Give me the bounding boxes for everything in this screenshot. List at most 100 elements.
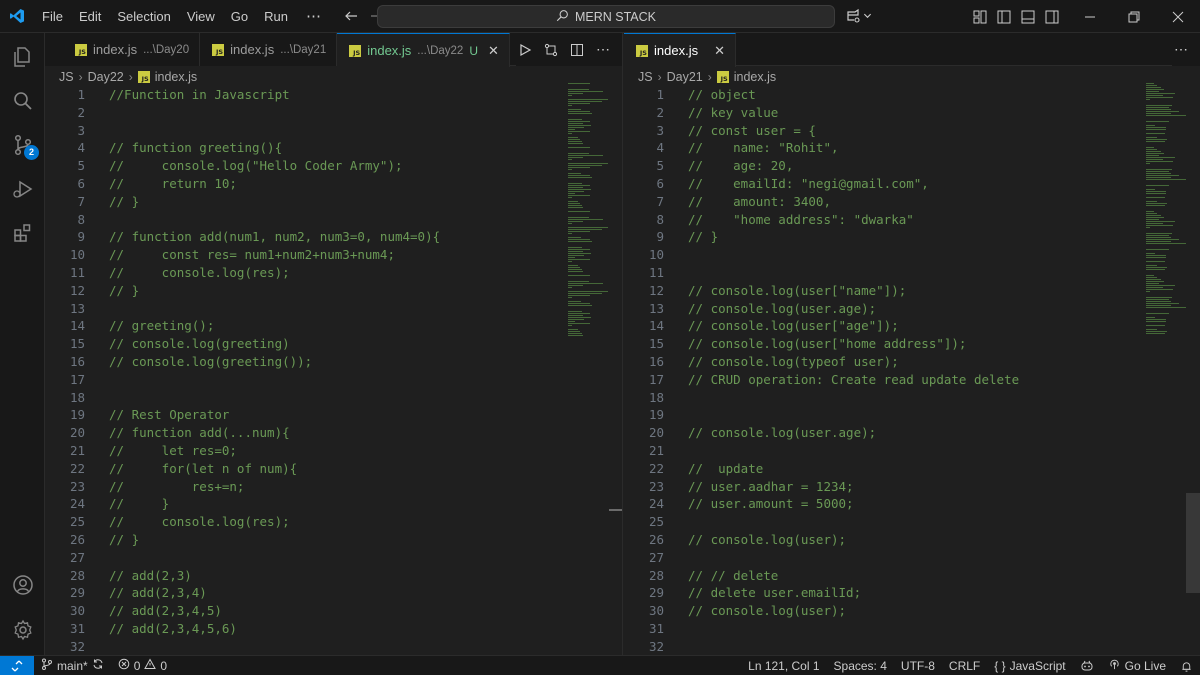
code-line[interactable]: 13 [45, 300, 622, 318]
close-window-icon[interactable] [1156, 0, 1200, 33]
code-line[interactable]: 6 // return 10; [45, 175, 622, 193]
branch-status[interactable]: main* [34, 656, 111, 675]
code-line[interactable]: 5 // age: 20, [624, 157, 1200, 175]
run-code-icon[interactable] [516, 41, 534, 59]
copilot-menu-button[interactable] [845, 7, 872, 27]
code-line[interactable]: 22 // update [624, 460, 1200, 478]
code-line[interactable]: 18 [45, 389, 622, 407]
back-arrow-icon[interactable] [338, 0, 364, 33]
code-line[interactable]: 7 // amount: 3400, [624, 193, 1200, 211]
extensions-icon[interactable] [0, 211, 45, 255]
breadcrumb-file[interactable]: index.js [155, 70, 197, 84]
code-line[interactable]: 10 // const res= num1+num2+num3+num4; [45, 246, 622, 264]
remote-indicator-icon[interactable] [0, 655, 34, 675]
code-editor-right[interactable]: 1 // object 2 // key value 3 // const user = … [624, 86, 1200, 655]
code-line[interactable]: 9 // } [624, 228, 1200, 246]
code-line[interactable]: 18 [624, 389, 1200, 407]
breadcrumb-folder-day22[interactable]: Day22 [88, 70, 124, 84]
code-line[interactable]: 14 // console.log(user["age"]); [624, 317, 1200, 335]
toggle-primary-sidebar-icon[interactable] [996, 9, 1012, 25]
code-line[interactable]: 8 [45, 211, 622, 229]
breadcrumb-folder-day21[interactable]: Day21 [667, 70, 703, 84]
code-line[interactable]: 32 [624, 638, 1200, 655]
code-line[interactable]: 23 // res+=n; [45, 478, 622, 496]
code-line[interactable]: 14 // greeting(); [45, 317, 622, 335]
code-line[interactable]: 30 // add(2,3,4,5) [45, 602, 622, 620]
account-icon[interactable] [0, 563, 45, 607]
scrollbar-thumb[interactable] [1186, 493, 1200, 593]
code-line[interactable]: 9 // function add(num1, num2, num3=0, num… [45, 228, 622, 246]
menu-view[interactable]: View [179, 0, 223, 33]
code-line[interactable]: 29 // delete user.emailId; [624, 584, 1200, 602]
code-editor-left[interactable]: 1//Function in Javascript 2 3 4// function … [45, 86, 622, 655]
code-line[interactable]: 3 [45, 122, 622, 140]
menu-more-button[interactable]: ⋯ [296, 0, 332, 33]
encoding[interactable]: UTF-8 [894, 656, 942, 675]
code-line[interactable]: 13 // console.log(user.age); [624, 300, 1200, 318]
settings-gear-icon[interactable] [0, 608, 45, 652]
minimap-left[interactable] [568, 83, 618, 343]
breadcrumb-file[interactable]: index.js [734, 70, 776, 84]
code-line[interactable]: 10 [624, 246, 1200, 264]
code-line[interactable]: 27 [45, 549, 622, 567]
breadcrumb-folder-js[interactable]: JS [638, 70, 653, 84]
indentation[interactable]: Spaces: 4 [827, 656, 894, 675]
code-line[interactable]: 28 // add(2,3) [45, 567, 622, 585]
close-tab-icon[interactable]: ✕ [714, 43, 725, 59]
code-line[interactable]: 4 // function greeting(){ [45, 139, 622, 157]
tab-day21-index-right[interactable]: JS index.js ✕ [624, 33, 736, 67]
minimap-right[interactable] [1146, 83, 1196, 334]
code-line[interactable]: 26 // } [45, 531, 622, 549]
code-line[interactable]: 24 // user.amount = 5000; [624, 495, 1200, 513]
code-line[interactable]: 15 // console.log(user["home address"]); [624, 335, 1200, 353]
command-center-search[interactable]: MERN STACK [377, 5, 835, 28]
code-line[interactable]: 11 [624, 264, 1200, 282]
language-mode[interactable]: { } JavaScript [987, 656, 1072, 675]
tab-day21-index[interactable]: JS index.js ...\Day21 [200, 33, 338, 66]
close-tab-icon[interactable]: ✕ [488, 43, 499, 59]
code-line[interactable]: 29 // add(2,3,4) [45, 584, 622, 602]
customize-layout-icon[interactable] [972, 9, 988, 25]
menu-selection[interactable]: Selection [109, 0, 178, 33]
code-line[interactable]: 21 [624, 442, 1200, 460]
notifications-bell-icon[interactable] [1173, 656, 1200, 675]
explorer-icon[interactable] [0, 35, 45, 79]
menu-file[interactable]: File [34, 0, 71, 33]
toggle-secondary-sidebar-icon[interactable] [1044, 9, 1060, 25]
code-line[interactable]: 2 [45, 104, 622, 122]
code-line[interactable]: 28 // // delete [624, 567, 1200, 585]
code-line[interactable]: 3 // const user = { [624, 122, 1200, 140]
code-line[interactable]: 17 [45, 371, 622, 389]
code-line[interactable]: 1 //Function in Javascript [45, 86, 622, 104]
code-line[interactable]: 25 [624, 513, 1200, 531]
code-line[interactable]: 21 // let res=0; [45, 442, 622, 460]
more-actions-icon[interactable]: ⋯ [594, 41, 612, 59]
minimize-icon[interactable] [1068, 0, 1112, 33]
code-line[interactable]: 12 // console.log(user["name"]); [624, 282, 1200, 300]
code-line[interactable]: 22 // for(let n of num){ [45, 460, 622, 478]
code-line[interactable]: 32 [45, 638, 622, 655]
end-of-line[interactable]: CRLF [942, 656, 987, 675]
code-line[interactable]: 1 // object [624, 86, 1200, 104]
code-line[interactable]: 11 // console.log(res); [45, 264, 622, 282]
open-changes-icon[interactable] [542, 41, 560, 59]
code-line[interactable]: 16 // console.log(greeting()); [45, 353, 622, 371]
breadcrumb-folder-js[interactable]: JS [59, 70, 74, 84]
menu-edit[interactable]: Edit [71, 0, 109, 33]
copilot-status-icon[interactable] [1073, 656, 1101, 675]
problems-status[interactable]: 0 0 [111, 656, 174, 675]
code-line[interactable]: 31 [624, 620, 1200, 638]
code-line[interactable]: 23 // user.aadhar = 1234; [624, 478, 1200, 496]
menu-go[interactable]: Go [223, 0, 256, 33]
code-line[interactable]: 5 // console.log("Hello Coder Army"); [45, 157, 622, 175]
code-line[interactable]: 15 // console.log(greeting) [45, 335, 622, 353]
tab-day20-index[interactable]: JS index.js ...\Day20 [45, 33, 201, 66]
split-editor-icon[interactable] [568, 41, 586, 59]
code-line[interactable]: 24 // } [45, 495, 622, 513]
restore-icon[interactable] [1112, 0, 1156, 33]
code-line[interactable]: 17 // CRUD operation: Create read update … [624, 371, 1200, 389]
code-line[interactable]: 26 // console.log(user); [624, 531, 1200, 549]
sync-icon[interactable] [92, 658, 104, 673]
cursor-position[interactable]: Ln 121, Col 1 [741, 656, 826, 675]
code-line[interactable]: 19 [624, 406, 1200, 424]
